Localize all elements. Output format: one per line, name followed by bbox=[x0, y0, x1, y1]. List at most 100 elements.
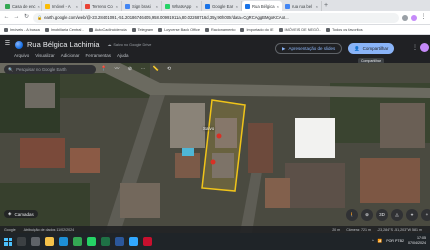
browser-tab-strip: Casa de enc × Imóvel - A × Terreno Co × Sign b… bbox=[0, 0, 430, 11]
browser-tab[interactable]: Imóvel - A × bbox=[42, 1, 82, 11]
ruler-icon[interactable]: 📏 bbox=[152, 65, 160, 73]
draw-path-icon[interactable]: 〰 bbox=[113, 65, 121, 73]
browser-menu-icon[interactable]: ⋮ bbox=[420, 14, 427, 21]
close-tab-icon[interactable]: × bbox=[196, 4, 198, 9]
project-title[interactable]: Rua Bélgica Lachimia bbox=[27, 40, 100, 49]
browser-tab[interactable]: Rua Bélgica × bbox=[242, 1, 282, 11]
3d-toggle[interactable]: 3D bbox=[376, 209, 388, 221]
browser-tab[interactable]: Casa de enc × bbox=[2, 1, 42, 11]
browser-tab[interactable]: rua rua bel × bbox=[282, 1, 322, 11]
autocad-icon[interactable] bbox=[143, 237, 152, 246]
more-tools-icon[interactable]: ⋯ bbox=[139, 65, 147, 73]
search-taskbar-icon[interactable] bbox=[17, 237, 26, 246]
attribution-text: Google bbox=[4, 227, 16, 232]
tray-chevron-icon[interactable]: ^ bbox=[372, 239, 374, 243]
bookmark-item[interactable]: Loyverse Back Office bbox=[158, 27, 200, 32]
excel-icon[interactable] bbox=[101, 237, 110, 246]
tilt-icon[interactable]: ⊗ bbox=[361, 209, 373, 221]
bookmark-item[interactable]: Racionamento bbox=[205, 27, 235, 32]
earth-menu-item[interactable]: Ajuda bbox=[117, 53, 129, 58]
bookmark-label: Imóveis - A busca bbox=[10, 27, 40, 32]
browser-toolbar: ← → ↻ 🔒 earth.google.com/web/@-23.284010… bbox=[0, 11, 430, 25]
tab-favicon-icon bbox=[165, 3, 170, 9]
photoshop-icon[interactable] bbox=[129, 237, 138, 246]
browser-tab[interactable]: Terreno Co × bbox=[82, 1, 122, 11]
apps-grid-icon[interactable]: ⋮ bbox=[412, 44, 418, 51]
camera-altitude: Câmera: 721 m bbox=[346, 227, 371, 232]
language-indicator[interactable]: POR PTB2 bbox=[386, 239, 404, 243]
placemark-icon[interactable]: 📍 bbox=[100, 65, 108, 73]
satellite-imagery bbox=[0, 63, 430, 233]
bookmark-label: AutoCadIncidencia bbox=[94, 27, 127, 32]
bookmarks-bar: Imóveis - A busca Imobiliaria Central - Au… bbox=[0, 25, 430, 35]
close-tab-icon[interactable]: × bbox=[156, 4, 158, 9]
bookmark-label: Importado do IE bbox=[246, 27, 274, 32]
hamburger-menu-icon[interactable]: ☰ bbox=[4, 41, 11, 48]
bookmark-item[interactable]: Telegram bbox=[131, 27, 153, 32]
earth-menu-item[interactable]: Adicionar bbox=[61, 53, 80, 58]
whatsapp-icon[interactable] bbox=[87, 237, 96, 246]
zoom-in-icon[interactable]: + bbox=[421, 209, 430, 221]
bookmark-item[interactable]: Imobiliaria Central - bbox=[44, 27, 84, 32]
close-tab-icon[interactable]: × bbox=[316, 4, 318, 9]
my-location-icon[interactable]: ⌖ bbox=[406, 209, 418, 221]
layers-button[interactable]: ◈ Camadas bbox=[4, 210, 38, 218]
street-view-icon[interactable]: 🚶 bbox=[346, 209, 358, 221]
compass-icon[interactable]: ◬ bbox=[391, 209, 403, 221]
reload-icon[interactable]: ↻ bbox=[23, 14, 30, 21]
bookmark-item[interactable]: Importado do IE bbox=[240, 27, 274, 32]
close-tab-icon[interactable]: × bbox=[116, 4, 118, 9]
slideshow-button[interactable]: ▶ Apresentação de slides bbox=[275, 43, 343, 54]
bookmark-item[interactable]: AutoCadIncidencia bbox=[88, 27, 127, 32]
placemark-label[interactable]: Salvo bbox=[203, 126, 214, 131]
clock[interactable]: 17:05 07/04/2024 bbox=[408, 236, 426, 246]
bookmark-icon bbox=[158, 27, 163, 32]
close-tab-icon[interactable]: × bbox=[76, 4, 78, 9]
tab-favicon-icon bbox=[45, 3, 50, 9]
chrome-icon[interactable] bbox=[73, 237, 82, 246]
address-bar[interactable]: 🔒 earth.google.com/web/@-23.28401091,-51… bbox=[33, 12, 399, 23]
history-icon[interactable]: ⟲ bbox=[165, 65, 173, 73]
word-icon[interactable] bbox=[115, 237, 124, 246]
new-tab-button[interactable]: + bbox=[322, 1, 330, 11]
share-button[interactable]: 👤 Compartilhar bbox=[348, 43, 395, 54]
earth-menu-item[interactable]: Visualizar bbox=[35, 53, 54, 58]
bookmark-item[interactable]: Todos os favoritos bbox=[326, 27, 363, 32]
google-earth-logo-icon bbox=[15, 40, 23, 49]
forward-icon[interactable]: → bbox=[13, 14, 20, 21]
bookmark-item[interactable]: Imóveis - A busca bbox=[4, 27, 40, 32]
task-view-icon[interactable] bbox=[31, 237, 40, 246]
map-status-bar: Google Atribuição de dados 11/02/2024 20… bbox=[0, 226, 430, 233]
bookmark-icon bbox=[4, 27, 8, 32]
bookmark-icon bbox=[326, 27, 331, 32]
browser-tab[interactable]: WhatsApp × bbox=[162, 1, 202, 11]
earth-menu-item[interactable]: Arquivo bbox=[14, 53, 29, 58]
saved-status: ☁ Salvo no Google Drive bbox=[108, 42, 152, 48]
extension-icon[interactable] bbox=[402, 14, 408, 21]
windows-start-icon[interactable] bbox=[4, 237, 12, 246]
url-text: earth.google.com/web/@-23.28401091,-51.2… bbox=[44, 15, 289, 20]
earth-search-input[interactable]: 🔍 Pesquisar no Google Earth bbox=[4, 65, 96, 74]
system-tray: ^ 📶 POR PTB2 17:05 07/04/2024 bbox=[372, 236, 426, 246]
browser-tab[interactable]: Sign brasi × bbox=[122, 1, 162, 11]
profile-icon[interactable] bbox=[411, 14, 417, 21]
close-tab-icon[interactable]: × bbox=[38, 4, 40, 9]
search-placeholder: Pesquisar no Google Earth bbox=[16, 67, 67, 72]
earth-menu-item[interactable]: Ferramentas bbox=[85, 53, 111, 58]
earth-header: ☰ Rua Bélgica Lachimia ☁ Salvo no Google… bbox=[0, 35, 430, 64]
avatar[interactable] bbox=[420, 43, 429, 52]
close-tab-icon[interactable]: × bbox=[236, 4, 238, 9]
satellite-map-view[interactable] bbox=[0, 63, 430, 233]
slideshow-label: Apresentação de slides bbox=[288, 46, 336, 51]
tab-label: Rua Bélgica bbox=[252, 3, 275, 9]
wifi-icon[interactable]: 📶 bbox=[378, 239, 382, 243]
measure-icon[interactable]: ⊘ bbox=[126, 65, 134, 73]
edge-icon[interactable] bbox=[59, 237, 68, 246]
tab-favicon-icon bbox=[205, 3, 210, 9]
close-tab-icon[interactable]: × bbox=[277, 4, 279, 9]
imagery-date[interactable]: Atribuição de dados 11/02/2024 bbox=[24, 228, 74, 232]
back-icon[interactable]: ← bbox=[3, 14, 10, 21]
file-explorer-icon[interactable] bbox=[45, 237, 54, 246]
browser-tab[interactable]: Google Ear × bbox=[202, 1, 242, 11]
bookmark-item[interactable]: IMÓVEIS DE NEGÓ.. bbox=[278, 27, 321, 32]
